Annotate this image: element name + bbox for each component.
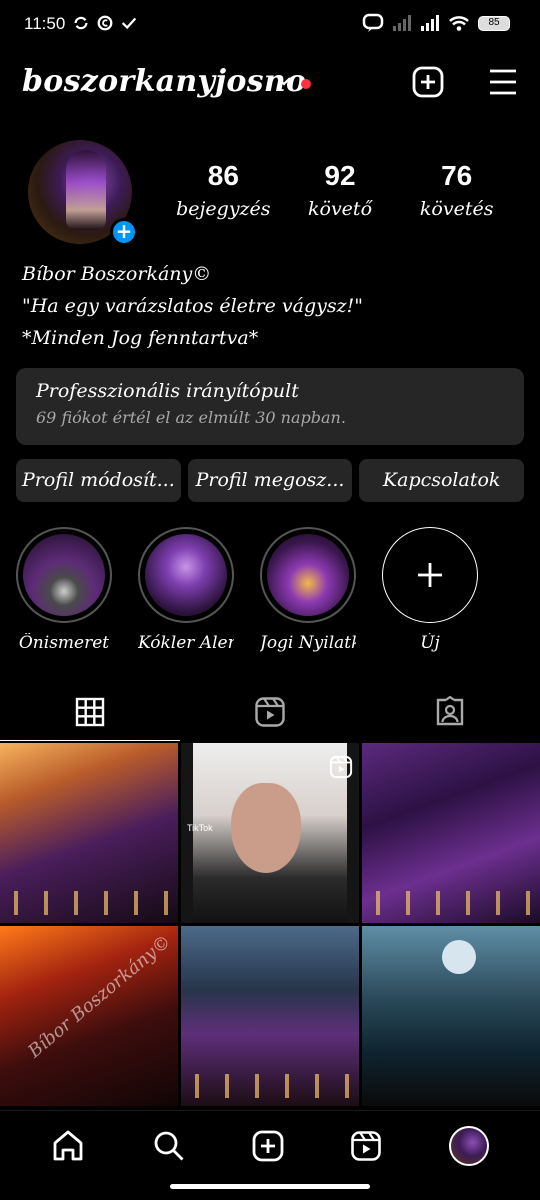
status-left-icons (72, 14, 138, 32)
post-thumbnail[interactable] (181, 926, 359, 1106)
check-icon (121, 17, 137, 30)
create-icon[interactable] (252, 1130, 284, 1162)
profile-avatar[interactable]: + (28, 140, 138, 248)
highlight-ring (138, 527, 234, 623)
status-bar: 11:50 85 (0, 0, 540, 48)
post-thumbnail[interactable] (362, 743, 540, 923)
professional-dashboard[interactable]: Professzionális irányítópult 69 fiókot é… (16, 368, 524, 445)
stat-posts[interactable]: 86 bejegyzés (165, 160, 282, 220)
stat-value: 92 (324, 160, 356, 191)
add-story-plus-icon[interactable]: + (110, 218, 138, 246)
tagged-icon (436, 696, 464, 726)
highlight-label: Önismeret (18, 633, 110, 653)
home-indicator (170, 1184, 370, 1189)
tab-reels[interactable] (180, 683, 360, 741)
contacts-button[interactable]: Kapcsolatok (359, 459, 525, 502)
post-thumbnail[interactable] (362, 926, 540, 1106)
home-icon[interactable] (51, 1129, 85, 1163)
tab-grid[interactable] (0, 683, 180, 741)
stat-label: bejegyzés (176, 198, 271, 220)
menu-icon[interactable] (488, 68, 518, 96)
bio-line: *Minden Jog fenntartva* (22, 327, 259, 349)
profile-header: boszorkanyjosno (22, 62, 518, 106)
profile-action-buttons: Profil módosít... Profil megosz... Kapcs… (16, 459, 525, 502)
stat-value: 86 (207, 160, 239, 191)
stat-following[interactable]: 76 követés (398, 160, 515, 220)
highlight-label: Jogi Nyilatk... (260, 633, 356, 653)
posts-grid: TikTok Bíbor Boszorkány© (0, 743, 540, 1106)
highlight-ring (260, 527, 356, 623)
content-tabs (0, 683, 540, 741)
highlight-image (145, 534, 227, 616)
signal-icon (393, 15, 411, 31)
profile-username[interactable]: boszorkanyjosno (22, 64, 306, 99)
chevron-down-icon[interactable] (275, 72, 293, 90)
bio-line: "Ha egy varázslatos életre vágysz!" (22, 295, 364, 317)
notification-dot (301, 79, 311, 89)
highlight-item[interactable]: Önismeret (16, 527, 112, 653)
highlight-image (23, 534, 105, 616)
bio-name: Bíbor Boszorkány© (22, 263, 212, 285)
sync-icon (74, 16, 88, 30)
wifi-icon (449, 16, 469, 31)
post-thumbnail[interactable] (0, 743, 178, 923)
status-right-icons: 85 (362, 13, 510, 33)
post-thumbnail[interactable]: Bíbor Boszorkány© (0, 926, 178, 1106)
post-thumbnail[interactable]: TikTok (181, 743, 359, 923)
moon-shape (442, 940, 476, 974)
signal-icon (421, 15, 439, 31)
highlight-label: Kókler Alert (138, 633, 234, 653)
tiktok-watermark: TikTok (187, 823, 213, 833)
highlight-label: Új (420, 633, 440, 653)
highlight-item[interactable]: Jogi Nyilatk... (260, 527, 356, 653)
reels-icon (255, 697, 285, 727)
story-highlights: Önismeret Kókler Alert Jogi Nyilatk... Ú… (16, 527, 536, 653)
search-icon[interactable] (152, 1129, 186, 1163)
plus-icon (418, 563, 442, 587)
profile-stats: 86 bejegyzés 92 követő 76 követés (165, 160, 515, 220)
stat-followers[interactable]: 92 követő (282, 160, 399, 220)
new-highlight-button[interactable]: Új (382, 527, 478, 653)
tab-tagged[interactable] (360, 683, 540, 741)
highlight-item[interactable]: Kókler Alert (138, 527, 234, 653)
c-circle-icon (97, 15, 113, 31)
profile-avatar[interactable] (448, 1126, 489, 1166)
highlight-image (267, 534, 349, 616)
status-time: 11:50 (24, 14, 66, 33)
stat-label: követés (419, 198, 494, 220)
post-watermark: Bíbor Boszorkány© (24, 930, 176, 1063)
battery-indicator: 85 (478, 15, 510, 31)
highlight-ring (16, 527, 112, 623)
stat-label: követő (308, 198, 373, 220)
add-post-icon[interactable] (412, 66, 444, 98)
chat-icon (362, 13, 384, 32)
reel-badge-icon (329, 755, 353, 779)
edit-profile-button[interactable]: Profil módosít... (16, 459, 181, 502)
reels-icon[interactable] (350, 1130, 382, 1162)
highlight-ring (382, 527, 478, 623)
profile-bio: Bíbor Boszorkány© "Ha egy varázslatos él… (22, 258, 363, 354)
grid-icon (75, 697, 105, 727)
dashboard-title: Professzionális irányítópult (36, 380, 299, 402)
dashboard-subtitle: 69 fiókot értél el az elmúlt 30 napban. (36, 408, 346, 427)
share-profile-button[interactable]: Profil megosz... (187, 459, 353, 502)
stat-value: 76 (441, 160, 473, 191)
